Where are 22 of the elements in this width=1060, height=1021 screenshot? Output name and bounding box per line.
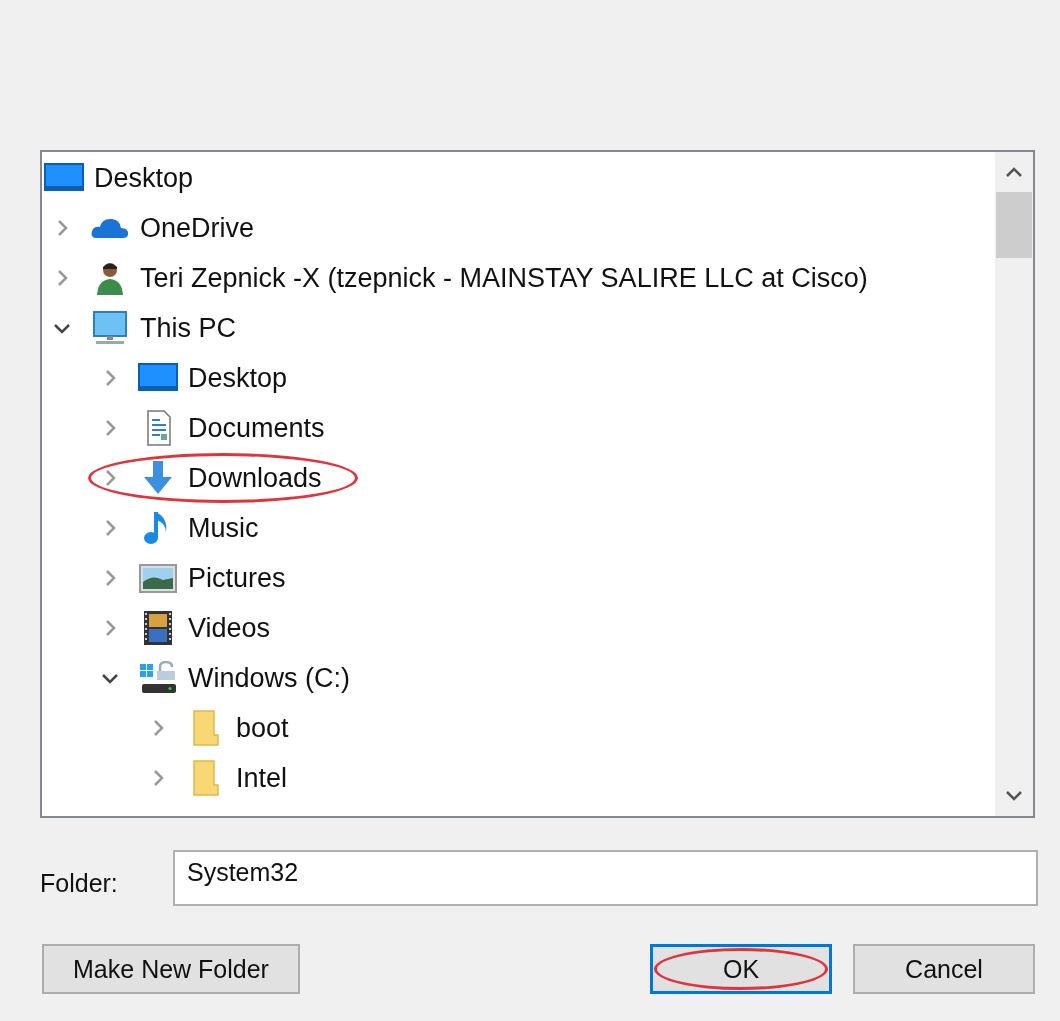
folder-tree-item[interactable]: OneDrive xyxy=(140,212,255,244)
scrollbar-thumb[interactable] xyxy=(996,192,1032,258)
folder-tree-item[interactable]: Music xyxy=(188,512,259,544)
folder-tree-item[interactable]: Teri Zepnick -X (tzepnick - MAINSTAY SALIRE LLC at Cisco) xyxy=(140,262,868,294)
dialog-button[interactable]: Make New Folder xyxy=(42,944,300,994)
folder-tree-item[interactable]: This PC xyxy=(140,312,237,344)
folder-label: Folder: xyxy=(40,868,119,898)
vertical-scrollbar[interactable] xyxy=(995,152,1033,816)
dialog-button[interactable]: OK xyxy=(650,944,832,994)
folder-tree-item[interactable]: Videos xyxy=(188,612,271,644)
folder-input-field[interactable]: System32 xyxy=(173,850,1038,906)
folder-tree-item[interactable]: Documents xyxy=(188,412,325,444)
folder-tree-item[interactable]: Intel xyxy=(236,762,288,794)
drive-icon xyxy=(138,660,178,696)
folder-tree-item[interactable]: boot xyxy=(236,712,289,744)
computer-monitor-icon xyxy=(90,310,130,346)
folder-tree-item[interactable]: Desktop xyxy=(188,362,288,394)
folder-tree-item[interactable]: Pictures xyxy=(188,562,286,594)
folder-tree-item[interactable]: Windows (C:) xyxy=(188,662,350,694)
folder-tree-item[interactable]: Downloads xyxy=(188,462,322,494)
folder-tree-item[interactable]: Desktop xyxy=(94,162,194,194)
dialog-button[interactable]: Cancel xyxy=(853,944,1035,994)
